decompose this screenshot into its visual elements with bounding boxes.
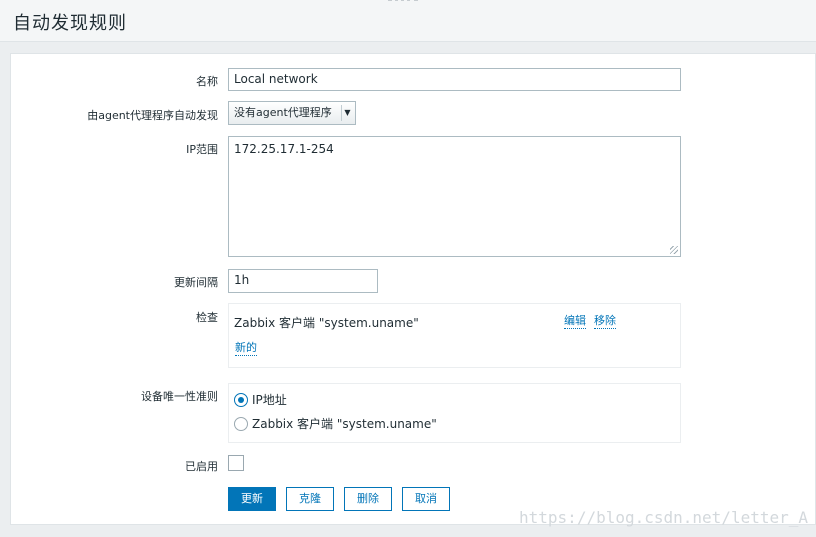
interval-input[interactable]: 1h: [228, 269, 378, 293]
check-edit-link[interactable]: 编辑: [564, 314, 586, 329]
uniqueness-option-label: Zabbix 客户端 "system.uname": [252, 417, 437, 431]
uniqueness-option-uname[interactable]: Zabbix 客户端 "system.uname": [234, 415, 437, 433]
check-item-text: Zabbix 客户端 "system.uname": [234, 316, 419, 330]
page-header: 自动发现规则: [0, 0, 816, 42]
checks-box: [228, 303, 681, 368]
check-remove-link[interactable]: 移除: [594, 314, 616, 329]
check-new-link[interactable]: 新的: [235, 341, 257, 356]
update-button[interactable]: 更新: [228, 487, 276, 511]
proxy-label: 由agent代理程序自动发现: [87, 109, 218, 122]
uniqueness-option-ip[interactable]: IP地址: [234, 391, 287, 409]
enabled-checkbox[interactable]: [228, 455, 244, 471]
name-label: 名称: [196, 75, 218, 88]
uniqueness-label: 设备唯一性准则: [141, 390, 218, 403]
form-card: [10, 53, 816, 525]
delete-button[interactable]: 删除: [344, 487, 392, 511]
ip-range-textarea[interactable]: 172.25.17.1-254: [228, 136, 681, 257]
proxy-select-value: 没有agent代理程序: [234, 106, 332, 119]
ip-range-value: 172.25.17.1-254: [234, 142, 334, 156]
cancel-button[interactable]: 取消: [402, 487, 450, 511]
uniqueness-option-label: IP地址: [252, 393, 287, 407]
uniqueness-box: [228, 383, 681, 443]
clone-button[interactable]: 克隆: [286, 487, 334, 511]
radio-selected-icon[interactable]: [234, 392, 248, 407]
name-input[interactable]: Local network: [228, 68, 681, 91]
checks-label: 检查: [196, 311, 218, 324]
interval-label: 更新间隔: [174, 276, 218, 289]
page-title: 自动发现规则: [13, 13, 127, 34]
radio-unselected-icon[interactable]: [234, 416, 248, 431]
header-decoration: [388, 0, 418, 7]
ip-range-label: IP范围: [186, 143, 218, 156]
watermark: https://blog.csdn.net/letter_A: [519, 508, 808, 527]
enabled-label: 已启用: [185, 460, 218, 473]
proxy-select[interactable]: 没有agent代理程序 ▼: [228, 101, 356, 125]
dropdown-arrow-icon: ▼: [341, 105, 353, 121]
resize-grip-icon[interactable]: [670, 246, 678, 254]
